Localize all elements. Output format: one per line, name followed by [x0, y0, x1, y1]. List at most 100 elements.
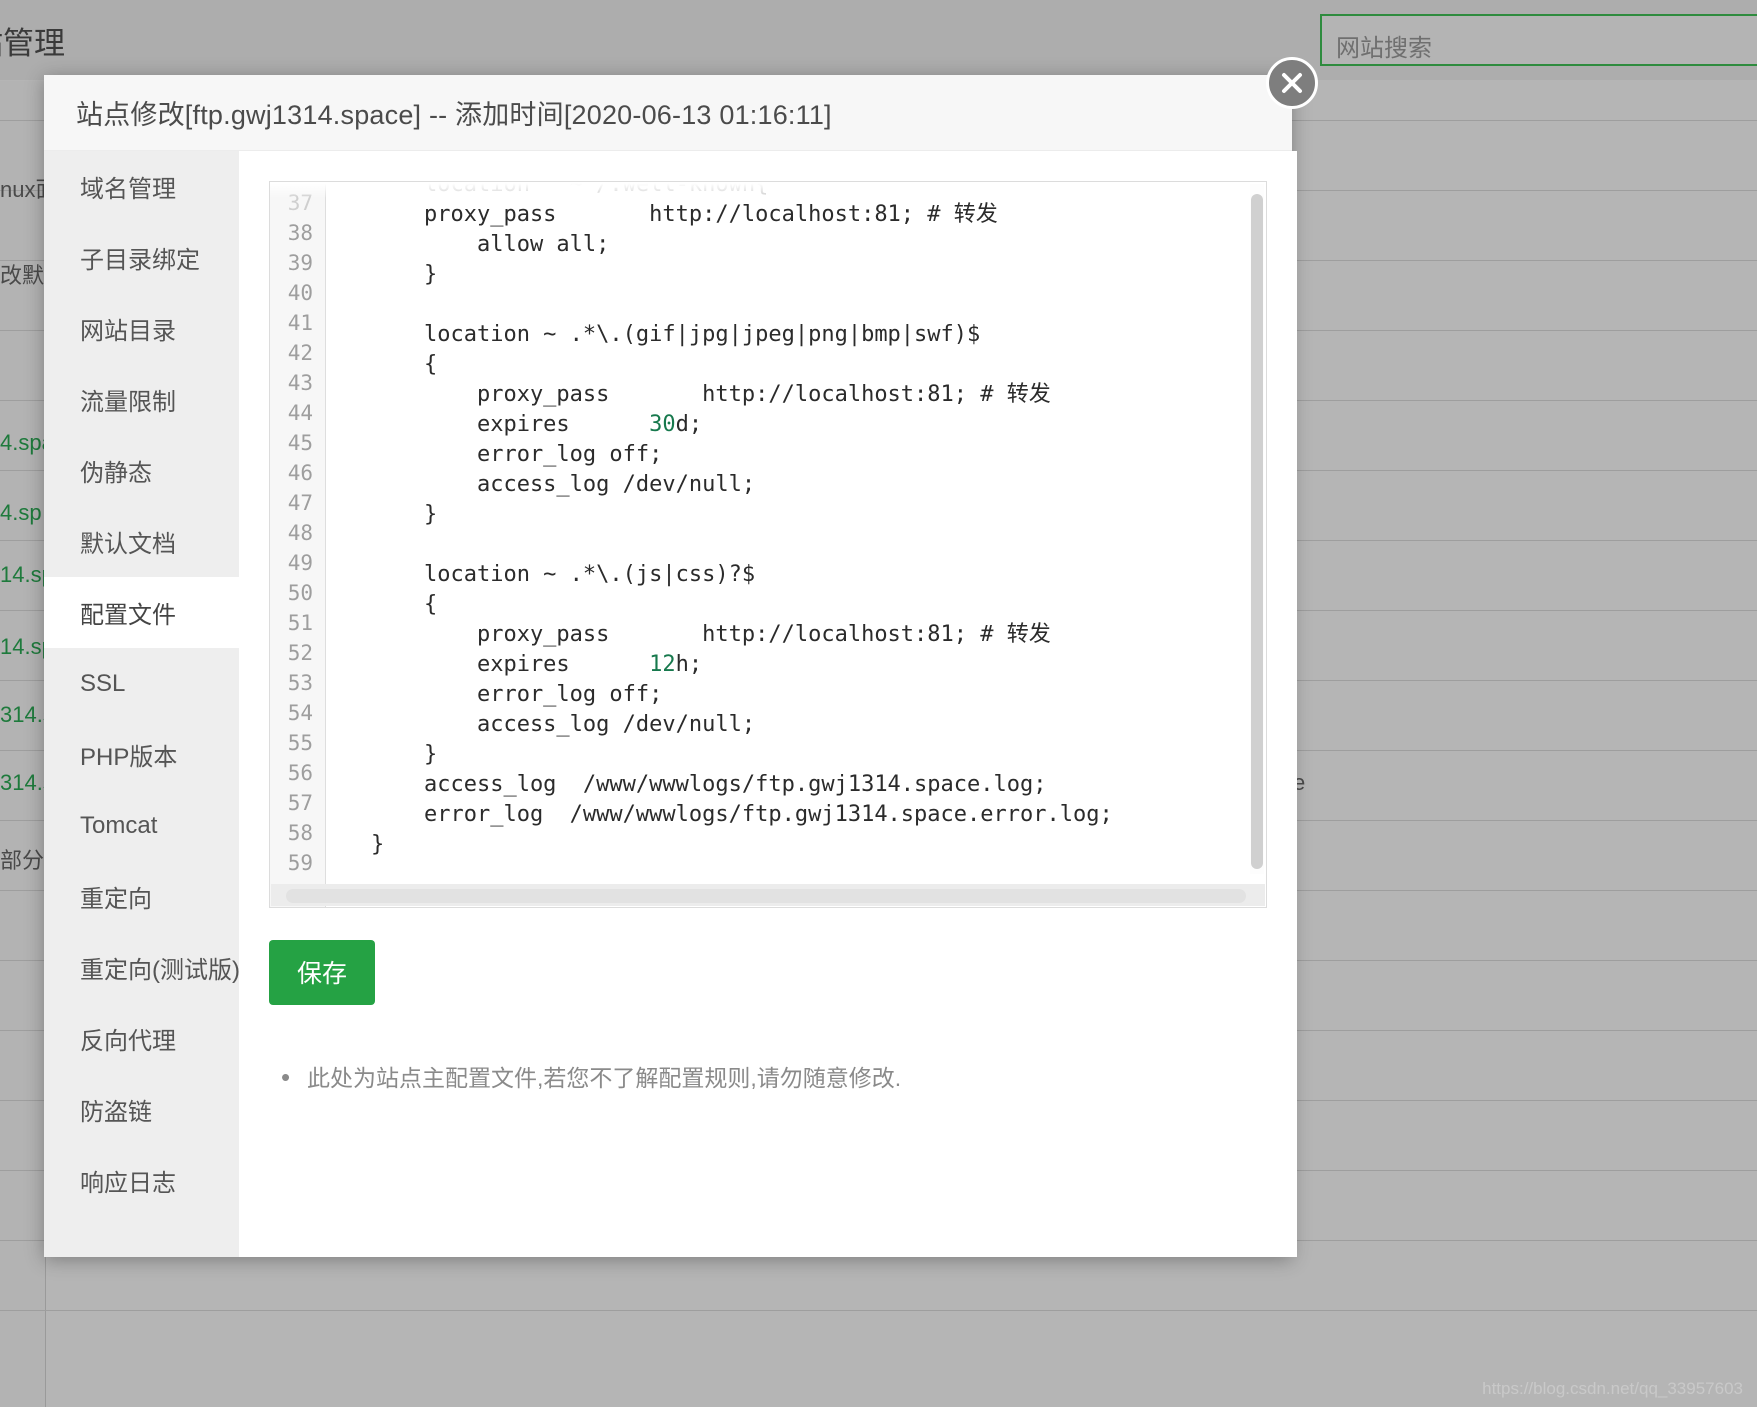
- editor-line-number: 58: [287, 821, 313, 845]
- editor-code-area[interactable]: location ^~ /.well-known{ proxy_pass htt…: [327, 182, 1266, 907]
- close-icon[interactable]: [1266, 57, 1318, 109]
- editor-line-number: 57: [287, 791, 313, 815]
- editor-line-number: 48: [287, 521, 313, 545]
- site-edit-modal: 站点修改[ftp.gwj1314.space] -- 添加时间[2020-06-…: [44, 57, 1318, 1257]
- save-button[interactable]: 保存: [269, 940, 376, 1005]
- editor-code-line: }: [371, 502, 438, 527]
- editor-code-line: error_log off;: [371, 442, 663, 467]
- sidebar-item-label: SSL: [80, 669, 126, 697]
- editor-code-line: proxy_pass http://localhost:81; # 转发: [371, 622, 1051, 647]
- editor-line-number: 41: [287, 311, 313, 335]
- sidebar-item-label: 伪静态: [80, 460, 152, 487]
- sidebar-item-label: 域名管理: [80, 176, 176, 203]
- bullet-icon: •: [281, 1062, 291, 1092]
- config-file-editor[interactable]: 37 38 39 40 41 42 43 44 45 46 47 48 49 50 51 52 53 54 55 56…: [269, 181, 1267, 908]
- editor-line-number: 52: [287, 641, 313, 665]
- sidebar-item-6[interactable]: 配置文件: [44, 577, 239, 648]
- sidebar-item-label: Tomcat: [80, 811, 158, 839]
- notes-list: • 此处为站点主配置文件,若您不了解配置规则,请勿随意修改.: [269, 1063, 1267, 1093]
- sidebar-item-label: 防盗链: [80, 1099, 152, 1126]
- editor-line-number: 43: [287, 371, 313, 395]
- editor-line-number: 49: [287, 551, 313, 575]
- editor-code-line: location ~ .*\.(js|css)?$: [371, 562, 756, 587]
- editor-code-line: expires 30d;: [371, 412, 703, 437]
- note-text: 此处为站点主配置文件,若您不了解配置规则,请勿随意修改.: [307, 1065, 902, 1091]
- sidebar-item-13[interactable]: 防盗链: [44, 1074, 239, 1145]
- editor-code-line: error_log off;: [371, 682, 663, 707]
- background-page-title: 站管理: [0, 26, 65, 61]
- modal-header: 站点修改[ftp.gwj1314.space] -- 添加时间[2020-06-…: [44, 75, 1292, 151]
- editor-code-line: location ^~ /.well-known{: [371, 182, 769, 197]
- sidebar-item-14[interactable]: 响应日志: [44, 1145, 239, 1216]
- editor-code-line: allow all;: [371, 232, 610, 257]
- background-topbar: 站管理 网站搜索: [0, 0, 1757, 80]
- note-item: • 此处为站点主配置文件,若您不了解配置规则,请勿随意修改.: [281, 1063, 1267, 1093]
- sidebar-item-label: PHP版本: [80, 744, 178, 771]
- editor-code-line: access_log /dev/null;: [371, 472, 756, 497]
- background-text-fragment: 4.sp: [0, 500, 42, 525]
- sidebar-item-10[interactable]: 重定向: [44, 861, 239, 932]
- editor-code-line: {: [371, 592, 438, 617]
- site-search-input[interactable]: 网站搜索: [1320, 14, 1757, 66]
- editor-line-number: 55: [287, 731, 313, 755]
- editor-code-line: proxy_pass http://localhost:81; # 转发: [371, 382, 1051, 407]
- sidebar-item-label: 默认文档: [80, 531, 176, 558]
- editor-line-number: 54: [287, 701, 313, 725]
- editor-line-number: 40: [287, 281, 313, 305]
- editor-code-line: }: [371, 832, 385, 857]
- editor-line-number-gutter: 37 38 39 40 41 42 43 44 45 46 47 48 49 50 51 52 53 54 55 56…: [270, 182, 326, 907]
- editor-code-line: }: [371, 262, 438, 287]
- sidebar-item-0[interactable]: 域名管理: [44, 151, 239, 222]
- editor-code-line: }: [371, 742, 438, 767]
- sidebar-item-label: 响应日志: [80, 1170, 176, 1197]
- editor-code-line: access_log /dev/null;: [371, 712, 756, 737]
- editor-line-number: 44: [287, 401, 313, 425]
- sidebar-item-label: 子目录绑定: [80, 247, 200, 274]
- sidebar-item-11[interactable]: 重定向(测试版): [44, 932, 240, 1003]
- sidebar-item-4[interactable]: 伪静态: [44, 435, 239, 506]
- sidebar-item-9[interactable]: Tomcat: [44, 790, 239, 861]
- sidebar-item-12[interactable]: 反向代理: [44, 1003, 239, 1074]
- editor-line-number: 37: [287, 191, 313, 215]
- editor-vertical-scrollbar-thumb[interactable]: [1251, 194, 1263, 869]
- editor-code-line: location ~ .*\.(gif|jpg|jpeg|png|bmp|swf…: [371, 322, 981, 347]
- watermark: https://blog.csdn.net/qq_33957603: [1482, 1379, 1743, 1398]
- editor-line-number: 53: [287, 671, 313, 695]
- editor-horizontal-scrollbar-thumb[interactable]: [286, 889, 1246, 903]
- sidebar-item-label: 流量限制: [80, 389, 176, 416]
- sidebar-item-7[interactable]: SSL: [44, 648, 239, 719]
- sidebar-item-label: 重定向(测试版): [80, 957, 240, 984]
- sidebar-item-label: 配置文件: [80, 602, 176, 629]
- editor-line-number: 39: [287, 251, 313, 275]
- sidebar-item-label: 反向代理: [80, 1028, 176, 1055]
- background-text-fragment: 部分: [0, 848, 45, 873]
- editor-code-line: proxy_pass http://localhost:81; # 转发: [371, 202, 998, 227]
- sidebar-item-label: 重定向: [80, 886, 152, 913]
- editor-code-line: error_log /www/wwwlogs/ftp.gwj1314.space…: [371, 802, 1113, 827]
- sidebar-item-label: 网站目录: [80, 318, 176, 345]
- sidebar-item-8[interactable]: PHP版本: [44, 719, 239, 790]
- editor-code-line: expires 12h;: [371, 652, 703, 677]
- sidebar-item-2[interactable]: 网站目录: [44, 293, 239, 364]
- editor-line-number: 47: [287, 491, 313, 515]
- sidebar-item-3[interactable]: 流量限制: [44, 364, 239, 435]
- modal-main-panel: 37 38 39 40 41 42 43 44 45 46 47 48 49 50 51 52 53 54 55 56…: [239, 151, 1297, 1257]
- modal-sidebar: 域名管理子目录绑定网站目录流量限制伪静态默认文档配置文件 SSL PHP版本 Tomc…: [44, 151, 240, 1257]
- sidebar-item-1[interactable]: 子目录绑定: [44, 222, 239, 293]
- editor-line-number: 38: [287, 221, 313, 245]
- editor-line-number: 42: [287, 341, 313, 365]
- sidebar-item-5[interactable]: 默认文档: [44, 506, 239, 577]
- editor-code-line: {: [371, 352, 438, 377]
- modal-title: 站点修改[ftp.gwj1314.space] -- 添加时间[2020-06-…: [76, 100, 832, 130]
- background-text-fragment: 改默: [0, 263, 45, 288]
- editor-line-number: 45: [287, 431, 313, 455]
- background-row-divider: [0, 1310, 1757, 1311]
- editor-line-number: 46: [287, 461, 313, 485]
- editor-line-number: 56: [287, 761, 313, 785]
- editor-line-number: 50: [287, 581, 313, 605]
- editor-code-line: access_log /www/wwwlogs/ftp.gwj1314.spac…: [371, 772, 1047, 797]
- editor-line-number: 59: [287, 851, 313, 875]
- editor-line-number: 51: [287, 611, 313, 635]
- site-search-placeholder: 网站搜索: [1336, 35, 1432, 62]
- modal-body: 域名管理子目录绑定网站目录流量限制伪静态默认文档配置文件 SSL PHP版本 Tomc…: [44, 151, 1297, 1257]
